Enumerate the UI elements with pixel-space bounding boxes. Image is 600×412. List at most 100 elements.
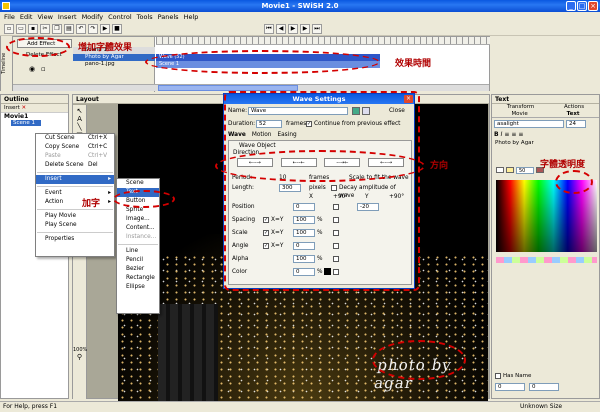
text-content-field[interactable]: Photo by Agar — [492, 139, 599, 147]
prev-icon[interactable]: ◀ — [276, 24, 286, 34]
menu-item-3[interactable]: Delete Scene Del — [36, 161, 114, 170]
alpha-field[interactable]: 50 — [516, 167, 534, 174]
text-panel-header: Text — [492, 95, 599, 104]
context-menu: Cut Scene Ctrl+X Copy Scene Ctrl+C Paste Ctrl… — [35, 133, 115, 257]
highlight-dialog — [224, 91, 420, 291]
pointer-tool-icon[interactable]: ↖ — [73, 107, 86, 115]
menu-item-shortcut: Ctrl+X — [88, 135, 108, 141]
custom-colors[interactable] — [496, 257, 597, 263]
menu-play-scene[interactable]: Play Scene — [36, 221, 114, 230]
menu-action[interactable]: Action ▸ — [36, 198, 114, 207]
menu-item-label: Cut Scene — [45, 135, 75, 141]
tab-transform[interactable]: Transform — [507, 104, 534, 111]
fill-color-swatch[interactable] — [496, 167, 504, 173]
swatch-yellow[interactable] — [506, 167, 514, 173]
play2-icon[interactable]: ▶ — [288, 24, 298, 34]
highlight-direction — [215, 150, 425, 182]
timeline-scrollbar[interactable] — [13, 84, 489, 91]
has-name-checkbox[interactable] — [495, 373, 501, 379]
menu-properties[interactable]: Properties — [36, 235, 114, 244]
menu-edit[interactable]: Edit — [20, 12, 33, 22]
lock-icon[interactable]: ▫ — [41, 65, 46, 73]
cut-icon[interactable]: ✂ — [40, 24, 50, 34]
annotation-add-effect: 增加字體效果 — [78, 43, 133, 53]
menu-insert[interactable]: Insert — [58, 12, 77, 22]
menu-event-label: Event — [45, 190, 62, 196]
tree-scene[interactable]: Scene 1 — [11, 120, 41, 126]
italic-icon[interactable]: I — [501, 131, 503, 138]
menu-play-movie[interactable]: Play Movie — [36, 212, 114, 221]
submenu-item-instance[interactable]: Instance... — [117, 233, 159, 242]
paste-icon[interactable]: ▤ — [64, 24, 74, 34]
copy-icon[interactable]: ❐ — [52, 24, 62, 34]
tab-text[interactable]: Text — [567, 111, 580, 117]
menu-panels[interactable]: Panels — [158, 12, 179, 22]
font-select[interactable]: asalight — [494, 120, 564, 128]
new-icon[interactable]: ▫ — [4, 24, 14, 34]
menu-view[interactable]: View — [37, 12, 52, 22]
bold-icon[interactable]: B — [494, 131, 499, 138]
submenu-item-pencil[interactable]: Pencil — [117, 256, 159, 265]
menu-insert[interactable]: Insert ▸ — [36, 175, 114, 184]
submenu-item-rectangle[interactable]: Rectangle — [117, 274, 159, 283]
redo-icon[interactable]: ↷ — [88, 24, 98, 34]
menu-item-shortcut: Del — [88, 162, 98, 168]
line-tool-icon[interactable]: ╲ — [73, 123, 86, 131]
submenu-item-line[interactable]: Line — [117, 247, 159, 256]
tab-movie[interactable]: Movie — [511, 111, 527, 117]
next-icon[interactable]: ▶ — [300, 24, 310, 34]
annotation-direction: 方向 — [430, 161, 449, 171]
menu-bar: File Edit View Insert Modify Control Tools Pane… — [0, 12, 600, 22]
outline-insert-button[interactable]: Insert — [4, 105, 20, 111]
menu-modify[interactable]: Modify — [82, 12, 104, 22]
menu-item-1[interactable]: Copy Scene Ctrl+C — [36, 143, 114, 152]
menu-item-0[interactable]: Cut Scene Ctrl+X — [36, 134, 114, 143]
menu-item-label: Paste — [45, 153, 61, 159]
undo-icon[interactable]: ↶ — [76, 24, 86, 34]
menu-control[interactable]: Control — [108, 12, 132, 22]
submenu-item-ellipse[interactable]: Ellipse — [117, 283, 159, 292]
submenu-item-image[interactable]: Image... — [117, 215, 159, 224]
highlight-effect-track — [145, 50, 380, 74]
text-tool-icon[interactable]: A — [73, 115, 86, 123]
align-center-icon[interactable]: ≡ — [511, 131, 516, 138]
highlight-text-item — [113, 190, 175, 208]
eye-icon[interactable]: ◉ — [29, 65, 35, 73]
position-y-field[interactable]: 0 — [529, 383, 559, 391]
open-icon[interactable]: ▭ — [16, 24, 26, 34]
menu-tools[interactable]: Tools — [137, 12, 153, 22]
rewind-icon[interactable]: ⏮ — [264, 24, 274, 34]
menu-help[interactable]: Help — [184, 12, 199, 22]
stop-icon[interactable]: ■ — [112, 24, 122, 34]
window-title: Movie1 - SWiSH 2.0 — [261, 2, 339, 10]
menu-event[interactable]: Event ▸ — [36, 189, 114, 198]
align-right-icon[interactable]: ≡ — [518, 131, 523, 138]
status-bar: For Help, press F1 Unknown Size — [0, 401, 600, 411]
tree-root[interactable]: Movie1 — [1, 113, 68, 120]
highlight-scene-text — [372, 340, 466, 380]
menu-item-2[interactable]: Paste Ctrl+V — [36, 152, 114, 161]
menu-item-label: Delete Scene — [45, 162, 84, 168]
end-icon[interactable]: ⏭ — [312, 24, 322, 34]
submenu-item-bezier[interactable]: Bezier — [117, 265, 159, 274]
minimize-button[interactable]: _ — [566, 1, 576, 11]
tab-actions[interactable]: Actions — [564, 104, 584, 111]
menu-file[interactable]: File — [4, 12, 15, 22]
zoom-icon[interactable]: ⚲ — [73, 353, 86, 361]
delete-icon[interactable]: ✕ — [22, 105, 27, 111]
close-button[interactable]: × — [588, 1, 598, 11]
maximize-button[interactable]: □ — [577, 1, 587, 11]
status-help: For Help, press F1 — [3, 403, 58, 410]
align-left-icon[interactable]: ≡ — [504, 131, 509, 138]
frame-ruler — [156, 37, 490, 45]
timeline-row-text[interactable]: Photo by Agar — [73, 54, 155, 61]
font-size-select[interactable]: 24 — [566, 120, 586, 128]
submenu-item-content[interactable]: Content... — [117, 224, 159, 233]
play-icon[interactable]: ▶ — [100, 24, 110, 34]
timeline-row-image[interactable]: pano-1.jpg — [73, 61, 155, 68]
position-x-field[interactable]: 0 — [495, 383, 525, 391]
menu-item-shortcut: Ctrl+C — [88, 144, 108, 150]
save-icon[interactable]: ▪ — [28, 24, 38, 34]
submenu-item-scene[interactable]: Scene — [117, 179, 159, 188]
annotation-add-text: 加字 — [82, 199, 101, 209]
